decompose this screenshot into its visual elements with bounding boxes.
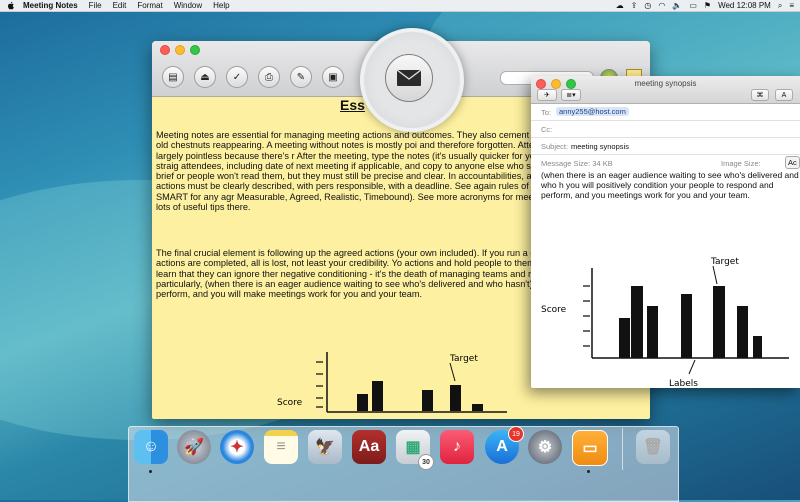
- zoom-button[interactable]: [190, 45, 200, 55]
- envelope-icon: [396, 69, 422, 86]
- volume-icon[interactable]: 🔈: [672, 1, 682, 10]
- launchpad-icon[interactable]: 🚀: [177, 430, 211, 464]
- clock[interactable]: Wed 12:08 PM: [718, 1, 771, 10]
- subject-label: Subject:: [541, 142, 569, 151]
- to-field[interactable]: To: anny255@host.com: [531, 104, 800, 121]
- flag-icon[interactable]: ⚑: [704, 1, 711, 10]
- running-indicator: [149, 470, 152, 473]
- brush-button[interactable]: ✎: [290, 66, 312, 88]
- target-label: Target: [449, 354, 478, 364]
- mail-toolbar: meeting synopsis ✈ ≣▾ ⌘ A: [531, 76, 800, 104]
- meeting-notes-app-icon[interactable]: ▭: [572, 430, 608, 466]
- notes-icon[interactable]: ≡: [264, 430, 298, 464]
- send-icon: ✈: [544, 92, 550, 99]
- hand-drawn-bar-sketch: Score Target: [277, 352, 507, 413]
- send-button[interactable]: ✈: [537, 89, 557, 101]
- mail-window-title: meeting synopsis: [634, 79, 697, 88]
- cloud-icon[interactable]: ☁: [616, 1, 624, 10]
- mail-score-label: Score: [541, 305, 567, 315]
- app-store-badge: 19: [508, 426, 524, 442]
- photo-icon: ▣: [328, 71, 338, 83]
- email-button[interactable]: [385, 54, 433, 102]
- menu-help[interactable]: Help: [213, 1, 229, 10]
- print-button[interactable]: ⎙: [258, 66, 280, 88]
- minimize-button[interactable]: [175, 45, 185, 55]
- trash-icon[interactable]: 🗑: [636, 430, 670, 464]
- magnifier-lens: [360, 28, 464, 132]
- mail-attached-sketch: Score Target Labels: [541, 257, 789, 388]
- photo-button[interactable]: ▣: [322, 66, 344, 88]
- running-indicator: [587, 470, 590, 473]
- note-heading: Ess: [340, 97, 365, 113]
- printer-icon: ⎙: [265, 71, 273, 83]
- recipient-token[interactable]: anny255@host.com: [556, 107, 629, 116]
- menu-file[interactable]: File: [89, 1, 102, 10]
- brush-icon: ✎: [296, 71, 306, 83]
- to-label: To:: [541, 108, 552, 117]
- list-icon[interactable]: ≡: [789, 1, 794, 10]
- document-icon: ▤: [168, 71, 178, 83]
- mail-icon[interactable]: 🦅: [308, 430, 342, 464]
- attach-button[interactable]: ⌘: [751, 89, 769, 101]
- upload-icon[interactable]: ⇪: [631, 1, 638, 10]
- apple-menu-icon[interactable]: [6, 1, 16, 10]
- itunes-icon[interactable]: ♪: [440, 430, 474, 464]
- image-size-popup[interactable]: Ac: [785, 156, 800, 169]
- timemachine-icon[interactable]: ◷: [644, 1, 651, 10]
- eject-button[interactable]: ⏏: [194, 66, 216, 88]
- eject-icon: ⏏: [200, 71, 210, 83]
- close-button[interactable]: [160, 45, 170, 55]
- subject-value: meeting synopsis: [571, 142, 629, 151]
- search-icon[interactable]: ⌕: [778, 1, 782, 11]
- mail-body-text[interactable]: (when there is an eager audience waiting…: [541, 170, 800, 200]
- dictionary-icon[interactable]: Aa: [352, 430, 386, 464]
- subject-field[interactable]: Subject: meeting synopsis: [531, 138, 800, 155]
- mail-labels-label: Labels: [669, 379, 698, 388]
- check-button[interactable]: ✓: [226, 66, 248, 88]
- battery-icon[interactable]: ▭: [689, 1, 697, 10]
- score-label: Score: [277, 398, 303, 408]
- safari-icon[interactable]: ✦: [220, 430, 254, 464]
- menu-edit[interactable]: Edit: [113, 1, 127, 10]
- new-document-button[interactable]: ▤: [162, 66, 184, 88]
- list-icon: ≣▾: [566, 92, 576, 99]
- wifi-icon[interactable]: ◠: [658, 1, 665, 10]
- system-preferences-icon[interactable]: ⚙: [528, 430, 562, 464]
- calendar-badge: 30: [418, 454, 434, 470]
- status-area: ☁ ⇪ ◷ ◠ 🔈 ▭ ⚑ Wed 12:08 PM ⌕ ≡: [616, 0, 794, 11]
- size-row: Message Size: 34 KB Image Size: Ac: [531, 155, 800, 171]
- cc-label: Cc:: [541, 125, 553, 134]
- menu-app-name[interactable]: Meeting Notes: [23, 1, 78, 10]
- image-size-label: Image Size:: [721, 159, 761, 168]
- format-button[interactable]: A: [775, 89, 793, 101]
- checkmark-icon: ✓: [232, 71, 242, 83]
- message-size: Message Size: 34 KB: [541, 159, 613, 168]
- paperclip-icon: ⌘: [756, 92, 764, 99]
- mail-target-label: Target: [710, 257, 739, 267]
- header-fields-button[interactable]: ≣▾: [561, 89, 581, 101]
- dock-divider: [622, 428, 623, 470]
- cc-field[interactable]: Cc:: [531, 121, 800, 138]
- finder-icon[interactable]: ☺: [134, 430, 168, 464]
- menu-window[interactable]: Window: [174, 1, 202, 10]
- window-controls: [160, 45, 200, 55]
- menu-format[interactable]: Format: [137, 1, 162, 10]
- menu-bar: Meeting Notes File Edit Format Window He…: [0, 0, 800, 12]
- mail-compose-window: meeting synopsis ✈ ≣▾ ⌘ A To: anny255@ho…: [531, 76, 800, 388]
